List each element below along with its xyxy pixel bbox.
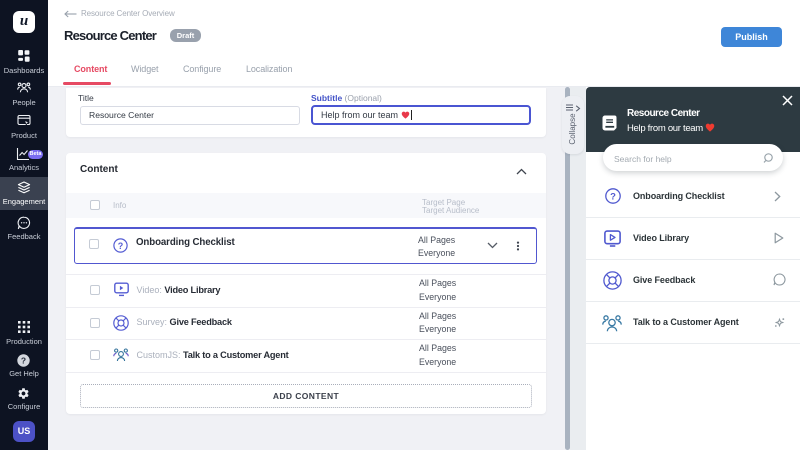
svg-text:?: ?: [21, 355, 26, 365]
svg-text:?: ?: [118, 241, 124, 251]
svg-text:?: ?: [610, 192, 616, 203]
